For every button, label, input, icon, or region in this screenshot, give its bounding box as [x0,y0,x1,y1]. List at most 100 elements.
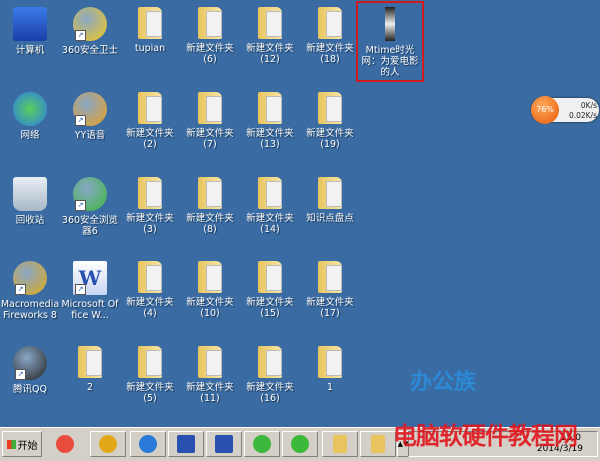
desktop-icon-label: 知识点盘点 [306,213,354,224]
folder-icon [198,177,222,209]
desktop-icon[interactable]: 网络 [0,90,60,141]
desktop-icon-label: 新建文件夹 (2) [126,128,174,150]
desktop-icon[interactable]: 新建文件夹 (3) [120,175,180,235]
app-icon: ↗ [13,261,47,295]
desktop-icon[interactable]: ↗ Macromedia Fireworks 8 [0,259,60,321]
folder-1-icon [333,435,347,453]
desktop-icon[interactable]: tupian [120,5,180,54]
desktop-icon[interactable]: ↗ 360安全浏览器6 [60,175,120,237]
desktop-icon[interactable]: 新建文件夹 (17) [300,259,360,319]
app-icon: ↗ [13,346,47,380]
desktop-icon[interactable]: 新建文件夹 (11) [180,344,240,404]
download-speed: 0.02K/s [568,111,597,120]
desktop-icon-label: 新建文件夹 (10) [186,297,234,319]
desktop-icon-label: 腾讯QQ [13,384,47,395]
desktop-icon[interactable]: 新建文件夹 (19) [300,90,360,150]
watermark-logo: 办公族 [410,370,477,395]
taskbar-button-360-browser-1[interactable] [244,431,280,457]
desktop-icon[interactable]: ↗ YY语音 [60,90,120,141]
desktop-icon[interactable]: ↗ 腾讯QQ [0,344,60,395]
taskbar-button-word-1[interactable] [168,431,204,457]
desktop-icon[interactable]: 新建文件夹 (4) [120,259,180,319]
desktop-icon-label: 新建文件夹 (18) [306,43,354,65]
desktop-icon-label: 新建文件夹 (17) [306,297,354,319]
desktop-icon[interactable]: 计算机 [0,5,60,56]
app-icon: ↗ [73,92,107,126]
desktop-icon-label: Macromedia Fireworks 8 [0,299,60,321]
desktop-icon[interactable]: 新建文件夹 (10) [180,259,240,319]
computer-icon [13,7,47,41]
desktop-icon[interactable]: 新建文件夹 (5) [120,344,180,404]
network-speed-widget[interactable]: 76% 0K/s 0.02K/s [531,96,599,124]
desktop-icon-label: 新建文件夹 (7) [186,128,234,150]
desktop-icon-label: 1 [326,382,334,393]
desktop-icon-label: Microsoft Office W... [61,299,119,321]
folder-icon [138,177,162,209]
desktop-icon-label: 新建文件夹 (14) [246,213,294,235]
desktop-icon[interactable]: 新建文件夹 (8) [180,175,240,235]
folder-icon [138,92,162,124]
desktop-icon[interactable]: 回收站 [0,175,60,226]
desktop-icon-label: 新建文件夹 (12) [246,43,294,65]
desktop-icon-label: 新建文件夹 (16) [246,382,294,404]
shortcut-arrow-icon: ↗ [75,30,86,41]
folder-icon [318,261,342,293]
desktop-icon-label: 新建文件夹 (5) [126,382,174,404]
desktop-icon[interactable]: 新建文件夹 (7) [180,90,240,150]
word-1-icon [177,435,195,453]
desktop-icon-label: 回收站 [15,215,45,226]
taskbar-button-folder-2[interactable] [360,431,396,457]
desktop-icon[interactable]: 新建文件夹 (13) [240,90,300,150]
recycle-bin-icon [13,177,47,211]
folder-icon [198,346,222,378]
desktop-icon[interactable]: 2 [60,344,120,393]
desktop-icon[interactable]: 新建文件夹 (2) [120,90,180,150]
folder-icon [318,7,342,39]
desktop-icon[interactable]: 知识点盘点 [300,175,360,224]
network-icon [13,92,47,126]
shortcut-arrow-icon: ↗ [75,115,86,126]
taskbar-button-360-launcher[interactable] [45,431,85,457]
desktop-icon-label: 新建文件夹 (6) [186,43,234,65]
folder-icon [258,261,282,293]
desktop-icon[interactable]: 新建文件夹 (12) [240,5,300,65]
folder-icon [198,261,222,293]
shortcut-arrow-icon: ↗ [15,369,26,380]
desktop-icon-label: 新建文件夹 (3) [126,213,174,235]
desktop-icon[interactable]: 新建文件夹 (16) [240,344,300,404]
word-icon: W ↗ [73,261,107,295]
desktop-icon[interactable]: 新建文件夹 (14) [240,175,300,235]
360-browser-1-icon [253,435,271,453]
taskbar-button-word-2[interactable] [206,431,242,457]
start-button[interactable]: 开始 [2,431,42,457]
fireworks-icon [99,435,117,453]
folder-2-icon [371,435,385,453]
folder-icon [258,7,282,39]
windows-logo-icon [6,439,16,449]
360-launcher-icon [56,435,74,453]
360-browser-2-icon [291,435,309,453]
taskbar-button-folder-1[interactable] [322,431,358,457]
desktop-icon-label: 新建文件夹 (11) [186,382,234,404]
desktop-icon-label: 新建文件夹 (15) [246,297,294,319]
desktop-icon[interactable]: 新建文件夹 (15) [240,259,300,319]
speed-percent: 76% [531,96,559,124]
desktop-icon[interactable]: ↗ 360安全卫士 [60,5,120,56]
desktop-icon-label: YY语音 [74,130,106,141]
desktop-icon[interactable]: 新建文件夹 (18) [300,5,360,65]
desktop-icon[interactable]: 新建文件夹 (6) [180,5,240,65]
desktop-icon[interactable]: Mtime时光网：为爱电影的人 [356,1,424,82]
start-label: 开始 [17,440,38,452]
taskbar-button-internet-explorer[interactable] [130,431,166,457]
taskbar-button-360-browser-2[interactable] [282,431,318,457]
folder-icon [198,7,222,39]
desktop-icon[interactable]: 1 [300,344,360,393]
image-file-icon [385,7,395,41]
taskbar-button-fireworks[interactable] [90,431,126,457]
desktop-icon-label: 新建文件夹 (19) [306,128,354,150]
folder-icon [138,346,162,378]
upload-speed: 0K/s [580,101,597,110]
desktop-icon-label: 2 [86,382,94,393]
desktop-icon[interactable]: W ↗ Microsoft Office W... [60,259,120,321]
desktop-icon-label: Mtime时光网：为爱电影的人 [361,45,419,78]
